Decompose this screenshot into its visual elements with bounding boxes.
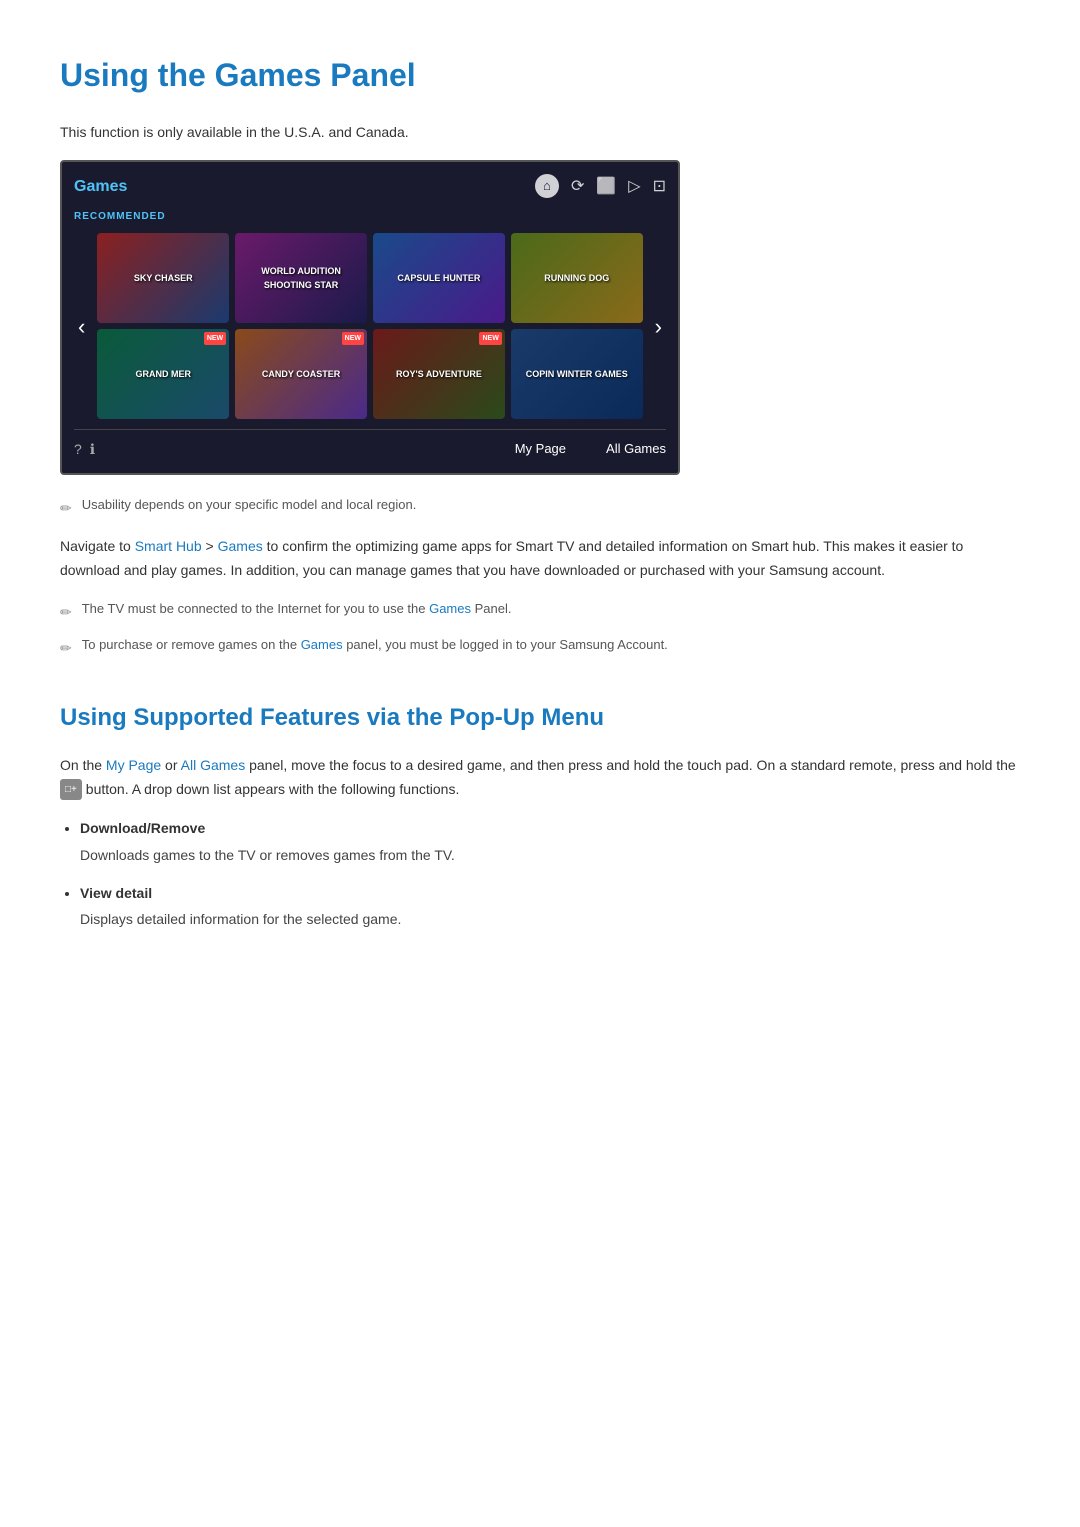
- game-tile-5[interactable]: NEW GRAND MER: [97, 329, 229, 419]
- panel-icon-home: ⌂: [535, 174, 559, 198]
- popup-intro-text: On the My Page or All Games panel, move …: [60, 754, 1020, 802]
- game-title-2: WORLD AUDITION SHOOTING STAR: [235, 260, 367, 297]
- pencil-icon-1: ✏: [60, 497, 72, 519]
- smart-hub-link[interactable]: Smart Hub: [135, 538, 202, 554]
- features-list: Download/Remove Downloads games to the T…: [60, 817, 1020, 931]
- game-tile-3[interactable]: CAPSULE HUNTER: [373, 233, 505, 323]
- feature-title-2: View detail: [80, 885, 152, 901]
- footer-all-games[interactable]: All Games: [606, 439, 666, 460]
- feature-desc-2: Displays detailed information for the se…: [80, 908, 1020, 930]
- panel-footer-left: ? ℹ: [74, 438, 95, 460]
- pencil-icon-2: ✏: [60, 601, 72, 623]
- recommended-label: RECOMMENDED: [74, 209, 666, 225]
- note-3-text: To purchase or remove games on the Games…: [82, 635, 668, 656]
- section-2-title: Using Supported Features via the Pop-Up …: [60, 699, 1020, 737]
- panel-icon-window: ⬜: [596, 174, 616, 200]
- game-tile-2[interactable]: WORLD AUDITION SHOOTING STAR: [235, 233, 367, 323]
- games-link-2[interactable]: Games: [429, 601, 471, 616]
- feature-item-1: Download/Remove Downloads games to the T…: [80, 817, 1020, 866]
- game-title-3: CAPSULE HUNTER: [393, 267, 484, 289]
- panel-icon-settings: ⊡: [653, 174, 666, 200]
- game-tile-6[interactable]: NEW CANDY COASTER: [235, 329, 367, 419]
- note-1: ✏ Usability depends on your specific mod…: [60, 495, 1020, 519]
- new-badge-5: NEW: [204, 332, 226, 345]
- feature-desc-1: Downloads games to the TV or removes gam…: [80, 844, 1020, 866]
- games-link-1[interactable]: Games: [218, 538, 263, 554]
- note-3: ✏ To purchase or remove games on the Gam…: [60, 635, 1020, 659]
- footer-help-icon: ?: [74, 438, 82, 460]
- game-tile-7[interactable]: NEW ROY'S ADVENTURE: [373, 329, 505, 419]
- games-grid: SKY CHASER WORLD AUDITION SHOOTING STAR …: [97, 233, 642, 419]
- note-2-text: The TV must be connected to the Internet…: [82, 599, 512, 620]
- panel-icon-search: ⟳: [571, 174, 584, 200]
- game-title-5: GRAND MER: [131, 363, 195, 385]
- games-panel-image: Games ⌂ ⟳ ⬜ ▷ ⊡ RECOMMENDED ‹ SKY CHASER…: [60, 160, 680, 475]
- new-badge-6: NEW: [342, 332, 364, 345]
- panel-icon-group: ⌂ ⟳ ⬜ ▷ ⊡: [535, 174, 666, 200]
- game-title-8: COPIN WINTER GAMES: [522, 363, 632, 385]
- my-page-link[interactable]: My Page: [106, 757, 161, 773]
- feature-item-2: View detail Displays detailed informatio…: [80, 882, 1020, 931]
- game-title-6: CANDY COASTER: [258, 363, 344, 385]
- page-title: Using the Games Panel: [60, 50, 1020, 101]
- game-tile-8[interactable]: COPIN WINTER GAMES: [511, 329, 643, 419]
- games-link-3[interactable]: Games: [301, 637, 343, 652]
- pencil-icon-3: ✏: [60, 637, 72, 659]
- note-1-text: Usability depends on your specific model…: [82, 495, 417, 516]
- game-title-4: RUNNING DOG: [540, 267, 613, 289]
- body-paragraph-1: Navigate to Smart Hub > Games to confirm…: [60, 535, 1020, 583]
- footer-my-page[interactable]: My Page: [515, 439, 566, 460]
- note-2: ✏ The TV must be connected to the Intern…: [60, 599, 1020, 623]
- feature-title-1: Download/Remove: [80, 820, 205, 836]
- game-tile-4[interactable]: RUNNING DOG: [511, 233, 643, 323]
- panel-icon-play: ▷: [628, 174, 640, 200]
- game-title-1: SKY CHASER: [130, 267, 197, 289]
- intro-text: This function is only available in the U…: [60, 121, 1020, 143]
- game-title-7: ROY'S ADVENTURE: [392, 363, 486, 385]
- games-grid-wrapper: ‹ SKY CHASER WORLD AUDITION SHOOTING STA…: [74, 233, 666, 419]
- nav-arrow-left[interactable]: ‹: [74, 309, 89, 344]
- panel-title: Games: [74, 174, 127, 200]
- footer-info-icon: ℹ: [90, 438, 95, 460]
- game-tile-1[interactable]: SKY CHASER: [97, 233, 229, 323]
- new-badge-7: NEW: [479, 332, 501, 345]
- remote-button-icon: □+: [60, 779, 82, 800]
- panel-footer: ? ℹ My Page All Games: [74, 429, 666, 460]
- nav-arrow-right[interactable]: ›: [651, 309, 666, 344]
- panel-footer-nav: My Page All Games: [515, 439, 666, 460]
- all-games-link[interactable]: All Games: [181, 757, 246, 773]
